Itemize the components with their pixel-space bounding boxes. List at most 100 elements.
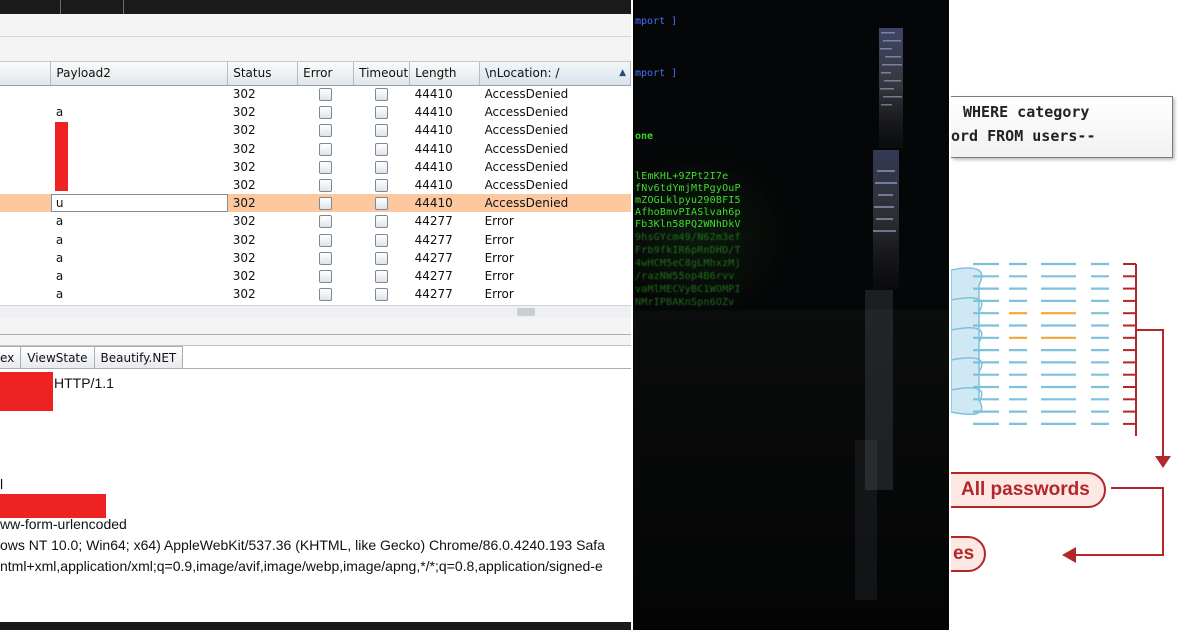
- status-cell[interactable]: 302: [228, 121, 298, 139]
- location-cell[interactable]: AccessDenied: [480, 121, 631, 139]
- error-checkbox[interactable]: [319, 269, 333, 283]
- col-header-payload2[interactable]: Payload2: [50, 62, 229, 86]
- length-cell[interactable]: 44277: [410, 231, 480, 249]
- error-checkbox[interactable]: [319, 179, 333, 193]
- payload2-cell[interactable]: a: [51, 249, 228, 267]
- status-cell[interactable]: 302: [228, 158, 298, 176]
- payload1-cell[interactable]: [0, 176, 51, 194]
- length-cell[interactable]: 44410: [410, 158, 480, 176]
- col-header-error[interactable]: Error: [297, 62, 355, 86]
- col-header-length[interactable]: Length: [409, 62, 481, 86]
- col-header-payload1[interactable]: [0, 62, 52, 86]
- location-cell[interactable]: AccessDenied: [480, 158, 631, 176]
- tab-beautify-net[interactable]: Beautify.NET: [93, 346, 184, 369]
- length-cell[interactable]: 44410: [410, 103, 480, 121]
- length-cell[interactable]: 44410: [410, 121, 480, 139]
- tab-hex[interactable]: ex: [0, 346, 22, 369]
- payload2-cell[interactable]: a: [51, 285, 228, 303]
- col-header-location[interactable]: \nLocation: / ▲: [479, 62, 631, 86]
- payload1-cell[interactable]: [0, 140, 51, 158]
- location-cell[interactable]: AccessDenied: [480, 176, 631, 194]
- error-checkbox[interactable]: [319, 160, 333, 174]
- col-header-timeout[interactable]: Timeout: [353, 62, 411, 86]
- table-row[interactable]: 302 44410 AccessDenied: [0, 140, 631, 158]
- status-cell[interactable]: 302: [228, 85, 298, 103]
- error-checkbox[interactable]: [319, 215, 333, 229]
- payload1-cell[interactable]: [0, 121, 51, 139]
- table-row[interactable]: a 302 44277 Error: [0, 231, 631, 249]
- table-row[interactable]: 302 44410 AccessDenied: [0, 158, 631, 176]
- error-checkbox[interactable]: [319, 288, 333, 302]
- status-cell[interactable]: 302: [228, 267, 298, 285]
- error-checkbox[interactable]: [319, 197, 333, 211]
- timeout-checkbox[interactable]: [375, 251, 389, 265]
- error-checkbox[interactable]: [319, 88, 333, 102]
- status-cell[interactable]: 302: [228, 140, 298, 158]
- length-cell[interactable]: 44277: [410, 249, 480, 267]
- payload1-cell[interactable]: [0, 103, 51, 121]
- length-cell[interactable]: 44410: [410, 85, 480, 103]
- table-row[interactable]: 302 44410 AccessDenied: [0, 85, 631, 103]
- timeout-checkbox[interactable]: [375, 197, 389, 211]
- payload2-cell[interactable]: [51, 158, 228, 176]
- payload2-cell[interactable]: a: [51, 231, 228, 249]
- timeout-checkbox[interactable]: [375, 269, 389, 283]
- payload2-cell[interactable]: [51, 140, 228, 158]
- status-cell[interactable]: 302: [228, 285, 298, 303]
- table-row[interactable]: a 302 44277 Error: [0, 212, 631, 230]
- table-row[interactable]: a 302 44277 Error: [0, 285, 631, 303]
- payload2-cell[interactable]: u: [50, 194, 228, 213]
- timeout-checkbox[interactable]: [375, 288, 389, 302]
- status-cell[interactable]: 302: [227, 194, 298, 213]
- payload2-cell[interactable]: [51, 85, 228, 103]
- payload1-cell[interactable]: [0, 267, 51, 285]
- scrollbar-thumb[interactable]: [517, 308, 535, 316]
- timeout-checkbox[interactable]: [375, 124, 389, 138]
- status-cell[interactable]: 302: [228, 103, 298, 121]
- payload2-cell[interactable]: [51, 121, 228, 139]
- table-row[interactable]: a 302 44410 AccessDenied: [0, 103, 631, 121]
- location-cell[interactable]: AccessDenied: [480, 103, 631, 121]
- payload1-cell[interactable]: [0, 212, 51, 230]
- length-cell[interactable]: 44277: [410, 285, 480, 303]
- payload2-cell[interactable]: a: [51, 212, 228, 230]
- timeout-checkbox[interactable]: [375, 215, 389, 229]
- status-cell[interactable]: 302: [228, 212, 298, 230]
- timeout-checkbox[interactable]: [375, 88, 389, 102]
- payload2-cell[interactable]: [51, 176, 228, 194]
- tab-viewstate[interactable]: ViewState: [20, 346, 95, 369]
- payload1-cell[interactable]: [0, 249, 51, 267]
- location-cell[interactable]: AccessDenied: [480, 85, 631, 103]
- error-checkbox[interactable]: [319, 142, 333, 156]
- location-cell[interactable]: Error: [480, 285, 631, 303]
- payload1-cell[interactable]: [0, 285, 51, 303]
- status-cell[interactable]: 302: [228, 249, 298, 267]
- horizontal-scrollbar[interactable]: [0, 305, 631, 318]
- table-row[interactable]: a 302 44277 Error: [0, 267, 631, 285]
- payload2-cell[interactable]: a: [51, 103, 228, 121]
- length-cell[interactable]: 44277: [410, 212, 480, 230]
- timeout-checkbox[interactable]: [375, 179, 389, 193]
- error-checkbox[interactable]: [319, 106, 333, 120]
- location-cell[interactable]: Error: [480, 231, 631, 249]
- error-checkbox[interactable]: [319, 233, 333, 247]
- payload1-cell[interactable]: [0, 194, 51, 213]
- table-row[interactable]: a 302 44277 Error: [0, 249, 631, 267]
- table-row[interactable]: 302 44410 AccessDenied: [0, 121, 631, 139]
- length-cell[interactable]: 44410: [410, 176, 480, 194]
- location-cell[interactable]: Error: [480, 267, 631, 285]
- table-row[interactable]: u 302 44410 AccessDenied: [0, 194, 631, 213]
- location-cell[interactable]: Error: [480, 212, 631, 230]
- pane-splitter[interactable]: [0, 318, 631, 346]
- location-cell[interactable]: Error: [480, 249, 631, 267]
- length-cell[interactable]: 44277: [410, 267, 480, 285]
- payload1-cell[interactable]: [0, 231, 51, 249]
- top-tab[interactable]: [60, 0, 124, 14]
- payload1-cell[interactable]: [0, 85, 51, 103]
- error-checkbox[interactable]: [319, 124, 333, 138]
- status-cell[interactable]: 302: [228, 176, 298, 194]
- location-cell[interactable]: AccessDenied: [479, 194, 631, 213]
- payload2-cell[interactable]: a: [51, 267, 228, 285]
- payload1-cell[interactable]: [0, 158, 51, 176]
- timeout-checkbox[interactable]: [375, 106, 389, 120]
